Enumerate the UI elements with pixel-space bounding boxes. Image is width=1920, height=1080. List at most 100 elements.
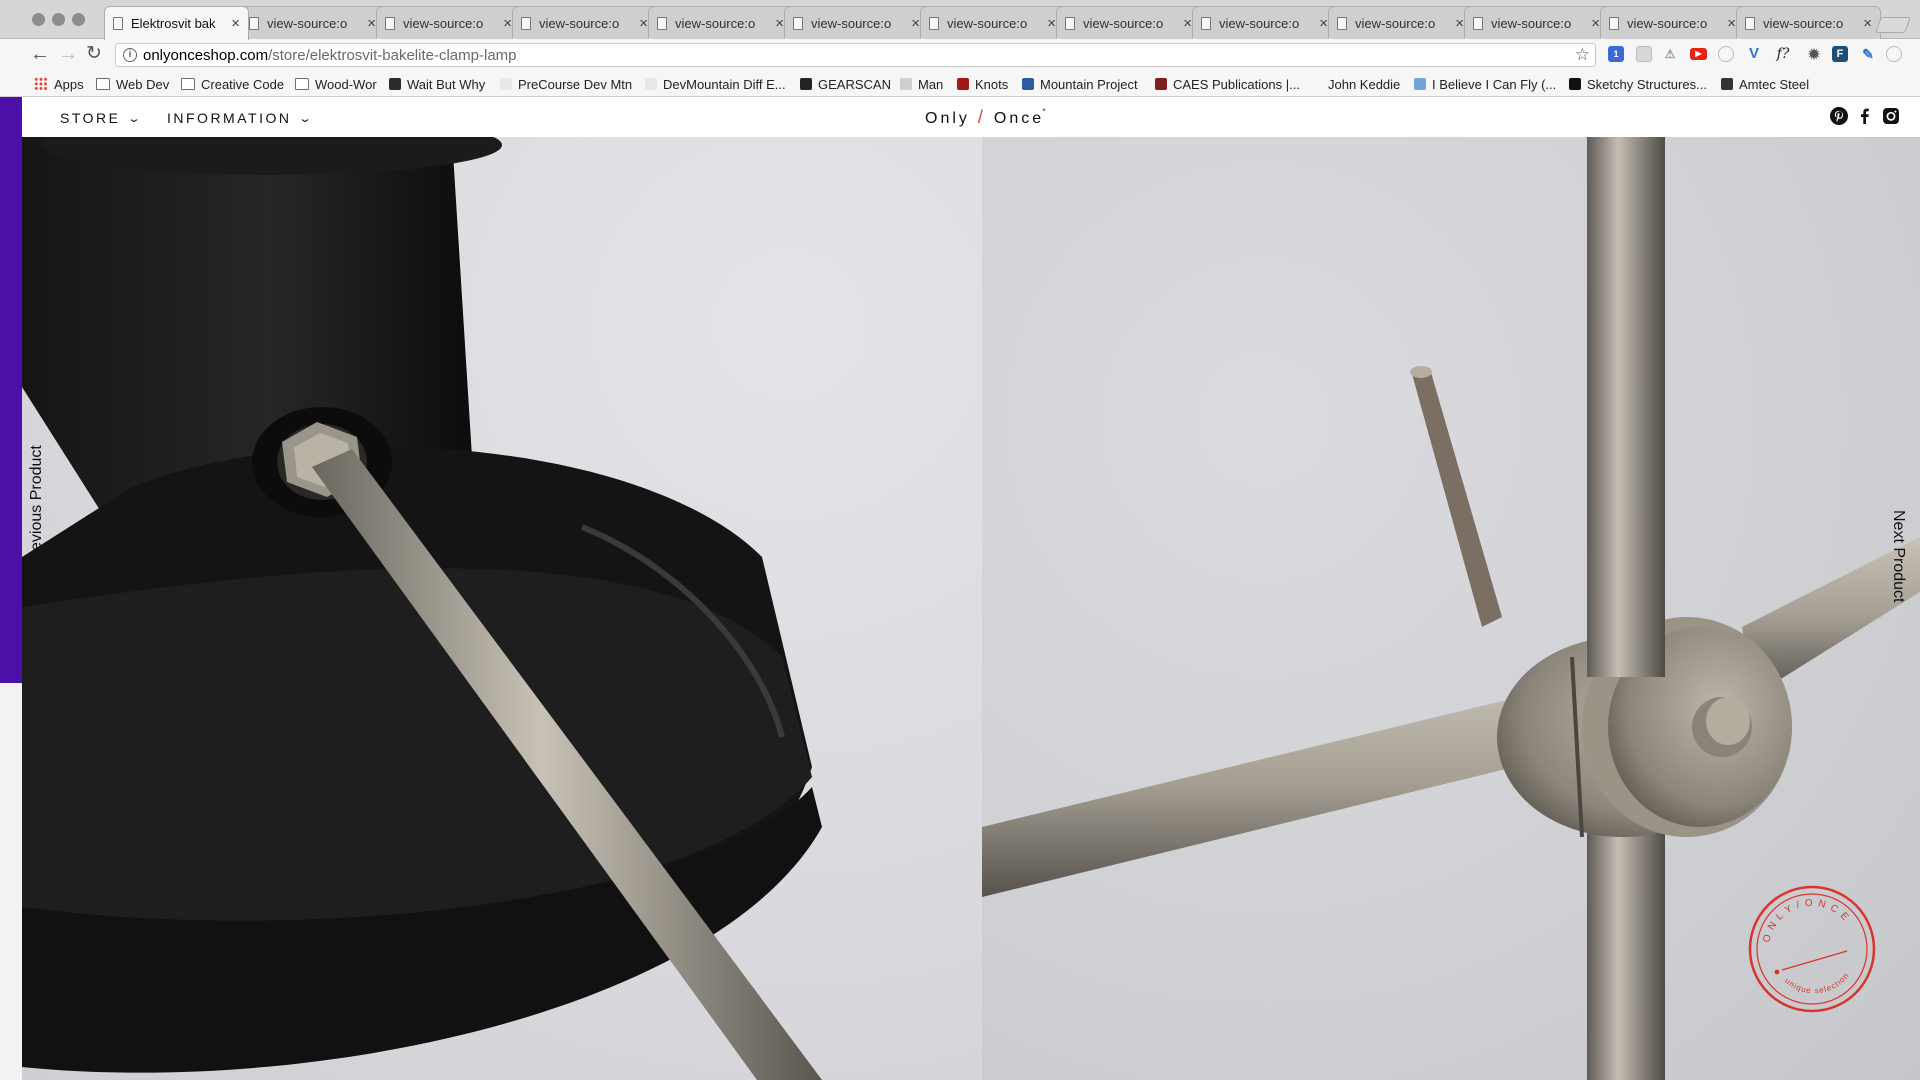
browser-tab[interactable]: view-source:o × (648, 6, 793, 39)
pinterest-icon[interactable] (1830, 107, 1848, 125)
vimium-extension-icon[interactable]: V (1746, 46, 1762, 62)
site-logo[interactable]: Only / Once° (925, 107, 1049, 128)
devmountain-favicon (645, 78, 657, 90)
back-arrow-icon[interactable]: ← (30, 43, 50, 65)
profile-icon[interactable] (1886, 46, 1902, 62)
feedly-extension-icon[interactable]: F (1832, 46, 1848, 62)
close-tab-icon[interactable]: × (1863, 15, 1872, 32)
bookmark-label: Apps (54, 76, 84, 92)
address-domain: onlyonceshop.com (143, 46, 269, 64)
tab-title: view-source:o (1219, 15, 1300, 31)
extension-badge-icon[interactable]: 1 (1608, 46, 1624, 62)
bookmark-item[interactable]: CAES Publications |... (1155, 75, 1300, 93)
mountain-project-favicon (1022, 78, 1034, 90)
browser-tab[interactable]: view-source:o × (784, 6, 929, 39)
bookmark-item[interactable]: Man (900, 75, 943, 93)
bookmark-item[interactable]: Knots (957, 75, 1008, 93)
bookmark-item[interactable]: Web Dev (96, 75, 169, 93)
browser-tab[interactable]: view-source:o × (240, 6, 385, 39)
bookmark-label: PreCourse Dev Mtn (518, 76, 633, 92)
bookmark-item[interactable]: I Believe I Can Fly (... (1414, 75, 1556, 93)
site-info-icon[interactable]: i (123, 48, 137, 62)
instagram-icon[interactable] (1882, 107, 1900, 125)
caes-favicon (1155, 78, 1167, 90)
previous-product-link[interactable]: Previous Product (28, 445, 46, 567)
background-window-strip-lower (0, 683, 22, 1080)
close-tab-icon[interactable]: × (1319, 15, 1328, 32)
close-tab-icon[interactable]: × (775, 15, 784, 32)
close-tab-icon[interactable]: × (503, 15, 512, 32)
bookmark-item[interactable]: Wait But Why (389, 75, 485, 93)
close-tab-icon[interactable]: × (367, 15, 376, 32)
folder-icon (96, 78, 110, 90)
product-photo-lampshade (22, 137, 982, 1080)
close-tab-icon[interactable]: × (231, 15, 240, 32)
next-product-link[interactable]: Next Product (1889, 510, 1907, 602)
sketchy-favicon (1569, 78, 1581, 90)
bookmark-item[interactable]: John Keddie (1310, 75, 1400, 93)
reload-icon[interactable]: ↻ (86, 43, 102, 65)
document-icon (1065, 16, 1075, 30)
whatfont-extension-icon[interactable]: f? (1772, 46, 1794, 62)
facebook-icon[interactable] (1856, 107, 1874, 125)
bookmark-item[interactable]: DevMountain Diff E... (645, 75, 786, 93)
information-menu[interactable]: INFORMATION ⌄ (167, 110, 313, 126)
minimize-window-icon[interactable] (52, 13, 65, 26)
extension-warning-icon[interactable]: ⚠ (1662, 46, 1678, 62)
youtube-extension-icon[interactable]: ▶ (1690, 48, 1707, 60)
tab-title: view-source:o (675, 15, 756, 31)
folder-icon (181, 78, 195, 90)
browser-tab[interactable]: view-source:o × (1464, 6, 1609, 39)
bookmark-label: Creative Code (201, 76, 285, 92)
zoom-window-icon[interactable] (72, 13, 85, 26)
bookmark-item[interactable]: GEARSCAN (800, 75, 891, 93)
browser-tab[interactable]: view-source:o × (512, 6, 657, 39)
whatfont-extension-label: f? (1776, 46, 1790, 62)
browser-tab[interactable]: view-source:o × (1192, 6, 1337, 39)
bookmark-item[interactable]: Sketchy Structures... (1569, 75, 1707, 93)
bookmark-label: John Keddie (1328, 76, 1401, 92)
close-tab-icon[interactable]: × (1455, 15, 1464, 32)
bug-extension-icon[interactable]: ✹ (1806, 46, 1822, 62)
address-bar[interactable]: i onlyonceshop.com/store/elektrosvit-bak… (115, 43, 1596, 67)
browser-tab-active[interactable]: Elektrosvit bak × (104, 6, 249, 40)
browser-tab[interactable]: view-source:o × (1056, 6, 1201, 39)
folder-icon (295, 78, 309, 90)
bookmark-item[interactable]: Mountain Project (1022, 75, 1138, 93)
document-icon (1609, 16, 1619, 30)
browser-tab[interactable]: view-source:o × (920, 6, 1065, 39)
close-window-icon[interactable] (32, 13, 45, 26)
document-icon (1473, 16, 1483, 30)
bookmark-item[interactable]: Wood-Wor (295, 75, 377, 93)
address-path: /store/elektrosvit-bakelite-clamp-lamp (268, 46, 517, 64)
browser-tab[interactable]: view-source:o × (1736, 6, 1881, 39)
close-tab-icon[interactable]: × (1591, 15, 1600, 32)
close-tab-icon[interactable]: × (1047, 15, 1056, 32)
close-tab-icon[interactable]: × (1183, 15, 1192, 32)
web-page: STORE ⌄ INFORMATION ⌄ Only / Once° Previ… (22, 97, 1920, 1080)
bookmark-item[interactable]: Apps (34, 75, 84, 93)
forward-arrow-icon[interactable]: → (58, 43, 78, 65)
new-tab-button[interactable] (1875, 17, 1911, 33)
browser-tab[interactable]: view-source:o × (376, 6, 521, 39)
close-tab-icon[interactable]: × (911, 15, 920, 32)
bookmark-item[interactable]: Creative Code (181, 75, 284, 93)
browser-tab[interactable]: view-source:o × (1600, 6, 1745, 39)
document-icon (1337, 16, 1347, 30)
store-menu[interactable]: STORE ⌄ (60, 110, 142, 126)
browser-tab[interactable]: view-source:o × (1328, 6, 1473, 39)
bookmark-label: Knots (975, 76, 1009, 92)
close-tab-icon[interactable]: × (1727, 15, 1736, 32)
bookmark-item[interactable]: Amtec Steel (1721, 75, 1809, 93)
eyedropper-extension-icon[interactable]: ✎ (1860, 46, 1876, 62)
extension-square-icon[interactable] (1636, 46, 1652, 62)
bookmark-star-icon[interactable]: ☆ (1575, 45, 1590, 65)
background-window-strip (0, 97, 22, 683)
extension-badge-count: 1 (1613, 49, 1619, 59)
bookmark-label: Man (918, 76, 944, 92)
extension-circle-icon[interactable] (1718, 46, 1734, 62)
bookmark-item[interactable]: PreCourse Dev Mtn (500, 75, 632, 93)
document-icon (657, 16, 667, 30)
only-once-stamp-logo[interactable]: ONLY/ONCE unique selection (1747, 884, 1877, 1014)
close-tab-icon[interactable]: × (639, 15, 648, 32)
